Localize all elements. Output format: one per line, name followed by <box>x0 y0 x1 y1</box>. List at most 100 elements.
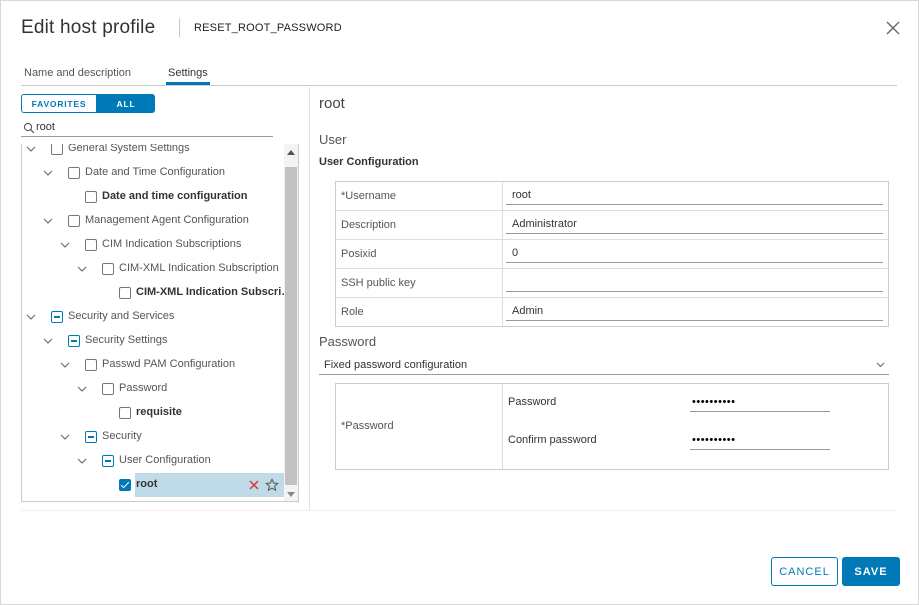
close-icon <box>886 21 900 35</box>
tree-row-label: Security <box>102 430 142 442</box>
tree-row-label: CIM-XML Indication Subscription <box>119 262 279 274</box>
tree-checkbox[interactable] <box>68 167 80 179</box>
tree-row[interactable]: User Configuration <box>22 449 286 473</box>
tree-checkbox[interactable] <box>68 215 80 227</box>
settings-tree: General System Settings Date and Time Con… <box>21 144 299 502</box>
tree-checkbox[interactable] <box>119 287 131 299</box>
tree-row-label: requisite <box>136 406 182 418</box>
chevron-down-icon[interactable] <box>77 456 87 466</box>
tree-checkbox[interactable] <box>119 479 131 491</box>
tree-checkbox[interactable] <box>51 311 63 323</box>
chevron-down-icon[interactable] <box>43 336 53 346</box>
profile-name: RESET_ROOT_PASSWORD <box>194 22 342 34</box>
field-label: Role <box>336 298 503 326</box>
favorite-star-icon[interactable] <box>264 477 280 492</box>
ssh-public-key-input[interactable] <box>506 273 883 292</box>
chevron-down-icon[interactable] <box>26 312 36 322</box>
tree-row[interactable]: Password <box>22 377 286 401</box>
settings-tree-pane: FAVORITES ALL General System Settings Dat… <box>21 94 301 504</box>
tab-name-and-description[interactable]: Name and description <box>24 67 131 83</box>
tree-checkbox[interactable] <box>85 359 97 371</box>
tree-search <box>21 119 273 137</box>
tree-checkbox[interactable] <box>85 191 97 203</box>
tree-row[interactable]: General System Settings <box>22 144 286 161</box>
tree-row[interactable]: Date and time configuration <box>22 185 286 209</box>
scroll-thumb[interactable] <box>285 167 297 485</box>
chevron-down-icon[interactable] <box>77 384 87 394</box>
user-config-grid: *Username Description Posixid SSH public… <box>335 181 889 327</box>
field-row-description: Description <box>336 211 888 240</box>
tree-row[interactable]: Management Agent Configuration <box>22 209 286 233</box>
tree-checkbox[interactable] <box>85 239 97 251</box>
field-label: Description <box>336 211 503 239</box>
tree-row-label: Date and Time Configuration <box>85 166 226 178</box>
password-mode-select[interactable]: Fixed password configuration <box>319 355 889 375</box>
chevron-down-icon[interactable] <box>60 240 70 250</box>
detail-title: root <box>319 95 345 112</box>
tree-list: General System Settings Date and Time Con… <box>22 144 292 497</box>
tree-checkbox[interactable] <box>102 263 114 275</box>
role-input[interactable] <box>506 302 883 321</box>
chevron-down-icon[interactable] <box>60 432 70 442</box>
tree-checkbox[interactable] <box>85 431 97 443</box>
favorites-button[interactable]: FAVORITES <box>21 94 97 113</box>
username-input[interactable] <box>506 186 883 205</box>
scroll-up-arrow[interactable] <box>287 150 295 155</box>
tree-row-label: CIM-XML Indication Subscri… <box>136 286 293 298</box>
tree-checkbox[interactable] <box>102 455 114 467</box>
tree-row[interactable]: Security and Services <box>22 305 286 329</box>
tab-bar: Name and description Settings <box>21 65 897 86</box>
tab-settings[interactable]: Settings <box>166 67 210 85</box>
tree-row-label: Date and time configuration <box>102 190 248 202</box>
tree-row-label: Security Settings <box>85 334 168 346</box>
tree-row[interactable]: root <box>22 473 287 497</box>
password-input[interactable] <box>690 393 830 412</box>
tree-row[interactable]: requisite <box>22 401 286 425</box>
chevron-down-icon[interactable] <box>43 168 53 178</box>
cancel-button[interactable]: CANCEL <box>771 557 838 586</box>
tree-checkbox[interactable] <box>51 144 63 155</box>
dialog-title: Edit host profile <box>21 17 156 38</box>
tree-checkbox[interactable] <box>102 383 114 395</box>
chevron-down-icon[interactable] <box>43 216 53 226</box>
section-user: User <box>319 132 347 147</box>
tree-checkbox[interactable] <box>68 335 80 347</box>
field-label: *Username <box>336 182 503 210</box>
close-button[interactable] <box>884 19 902 37</box>
scroll-down-arrow[interactable] <box>287 492 295 497</box>
filter-toggle: FAVORITES ALL <box>21 94 155 113</box>
tree-row[interactable]: CIM-XML Indication Subscri… <box>22 281 292 305</box>
all-button[interactable]: ALL <box>97 94 155 113</box>
tree-checkbox[interactable] <box>119 407 131 419</box>
confirm-password-input[interactable] <box>690 431 830 450</box>
tree-row[interactable]: Passwd PAM Configuration <box>22 353 286 377</box>
chevron-down-icon[interactable] <box>60 360 70 370</box>
confirm-password-label: Confirm password <box>508 434 597 446</box>
field-row-role: Role <box>336 298 888 326</box>
chevron-down-icon <box>876 362 885 368</box>
tree-row-label: Management Agent Configuration <box>85 214 249 226</box>
search-input[interactable] <box>36 120 266 134</box>
chevron-down-icon[interactable] <box>77 264 87 274</box>
tree-row-label: Password <box>119 382 168 394</box>
field-row-posixid: Posixid <box>336 240 888 269</box>
chevron-down-icon[interactable] <box>26 144 36 154</box>
tree-row-label: CIM Indication Subscriptions <box>102 238 242 250</box>
tree-row-label: root <box>136 478 158 490</box>
tree-row-label: User Configuration <box>119 454 211 466</box>
tree-row-label: General System Settings <box>68 144 190 154</box>
field-label: Posixid <box>336 240 503 268</box>
tree-scrollbar[interactable] <box>284 144 298 501</box>
tree-row[interactable]: Security <box>22 425 286 449</box>
edit-host-profile-dialog: Edit host profile RESET_ROOT_PASSWORD Na… <box>0 0 919 605</box>
tree-row[interactable]: Date and Time Configuration <box>22 161 286 185</box>
remove-icon[interactable] <box>248 479 260 491</box>
tree-row[interactable]: CIM Indication Subscriptions <box>22 233 286 257</box>
save-button[interactable]: SAVE <box>842 557 900 586</box>
search-icon <box>23 122 35 134</box>
posixid-input[interactable] <box>506 244 883 263</box>
tree-row[interactable]: Security Settings <box>22 329 286 353</box>
tree-row[interactable]: CIM-XML Indication Subscription <box>22 257 286 281</box>
footer-divider <box>21 510 897 511</box>
description-input[interactable] <box>506 215 883 234</box>
